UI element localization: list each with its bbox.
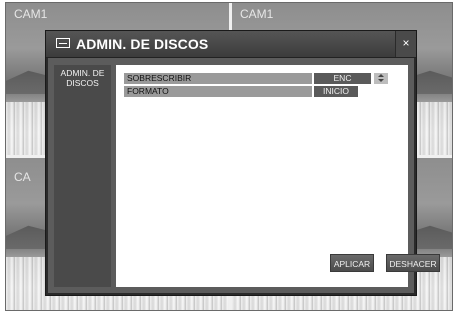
format-start-button[interactable]: INICIO xyxy=(314,86,358,97)
close-button[interactable]: × xyxy=(395,31,416,57)
undo-button[interactable]: DESHACER xyxy=(386,254,440,272)
sidebar-item-disk-admin[interactable]: ADMIN. DE DISCOS xyxy=(54,65,111,91)
setting-label: FORMATO xyxy=(124,86,312,97)
settings-panel: SOBRESCRIBIR ENC FORMATO INICIO APLICAR … xyxy=(116,65,440,287)
overwrite-spinner[interactable] xyxy=(374,73,388,84)
camera-label: CA xyxy=(14,170,31,184)
apply-button[interactable]: APLICAR xyxy=(330,254,374,272)
camera-label: CAM1 xyxy=(240,7,274,21)
dialog-title: ADMIN. DE DISCOS xyxy=(76,36,209,52)
sidebar: ADMIN. DE DISCOS xyxy=(54,65,111,287)
camera-label: CAM1 xyxy=(14,7,48,21)
overwrite-value[interactable]: ENC xyxy=(314,73,371,84)
disk-icon xyxy=(56,38,70,48)
dialog-header: ADMIN. DE DISCOS × xyxy=(46,31,416,58)
setting-label: SOBRESCRIBIR xyxy=(124,73,312,84)
setting-row-format: FORMATO INICIO xyxy=(124,86,388,97)
setting-row-overwrite: SOBRESCRIBIR ENC xyxy=(124,73,388,84)
disk-admin-dialog: ADMIN. DE DISCOS × ADMIN. DE DISCOS SOBR… xyxy=(45,30,440,296)
arrow-up-icon[interactable] xyxy=(378,74,384,77)
arrow-down-icon[interactable] xyxy=(378,79,384,82)
